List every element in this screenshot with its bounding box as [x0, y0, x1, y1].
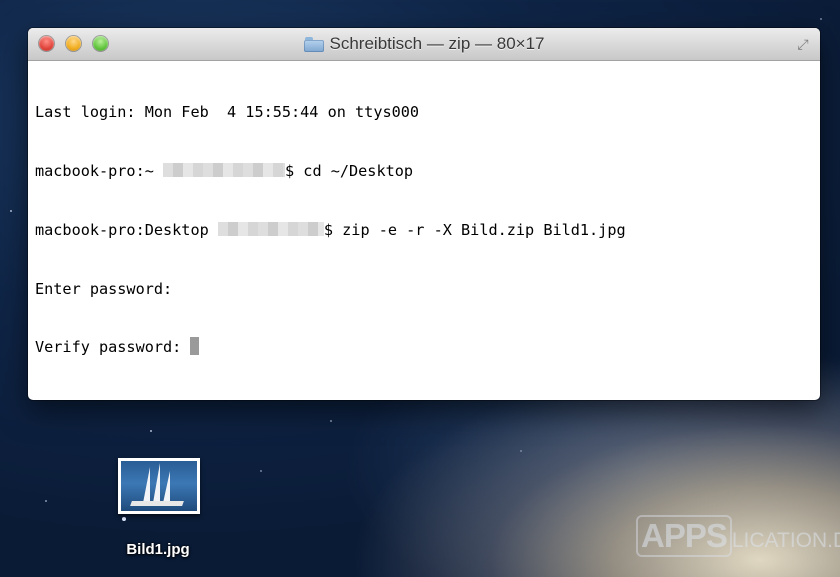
desktop-file-label[interactable]: Bild1.jpg: [100, 541, 216, 558]
terminal-line-cd: macbook-pro:~ $ cd ~/Desktop: [35, 161, 414, 180]
redacted-username: [217, 221, 324, 236]
terminal-window: Schreibtisch — zip — 80×17 ⤢ Last login:…: [28, 28, 820, 400]
image-thumbnail: [121, 461, 197, 511]
terminal-line-zip: macbook-pro:Desktop $ zip -e -r -X Bild.…: [35, 220, 626, 239]
title-bar[interactable]: Schreibtisch — zip — 80×17 ⤢: [28, 28, 820, 61]
window-title: Schreibtisch — zip — 80×17: [28, 28, 820, 60]
desktop-file-thumbnail[interactable]: [118, 458, 200, 514]
terminal-line-enter-password: Enter password:: [35, 279, 173, 298]
terminal-line-verify-password: Verify password:: [35, 337, 820, 358]
watermark-logo: APPSLICATION.DE: [636, 515, 840, 557]
text-cursor: [190, 337, 200, 356]
folder-icon: [303, 36, 324, 52]
redacted-username: [163, 162, 286, 177]
window-title-text: Schreibtisch — zip — 80×17: [329, 34, 545, 53]
terminal-output[interactable]: Last login: Mon Feb 4 15:55:44 on ttys00…: [35, 64, 820, 400]
terminal-line-login: Last login: Mon Feb 4 15:55:44 on ttys00…: [35, 103, 420, 122]
fullscreen-icon[interactable]: ⤢: [794, 36, 812, 54]
